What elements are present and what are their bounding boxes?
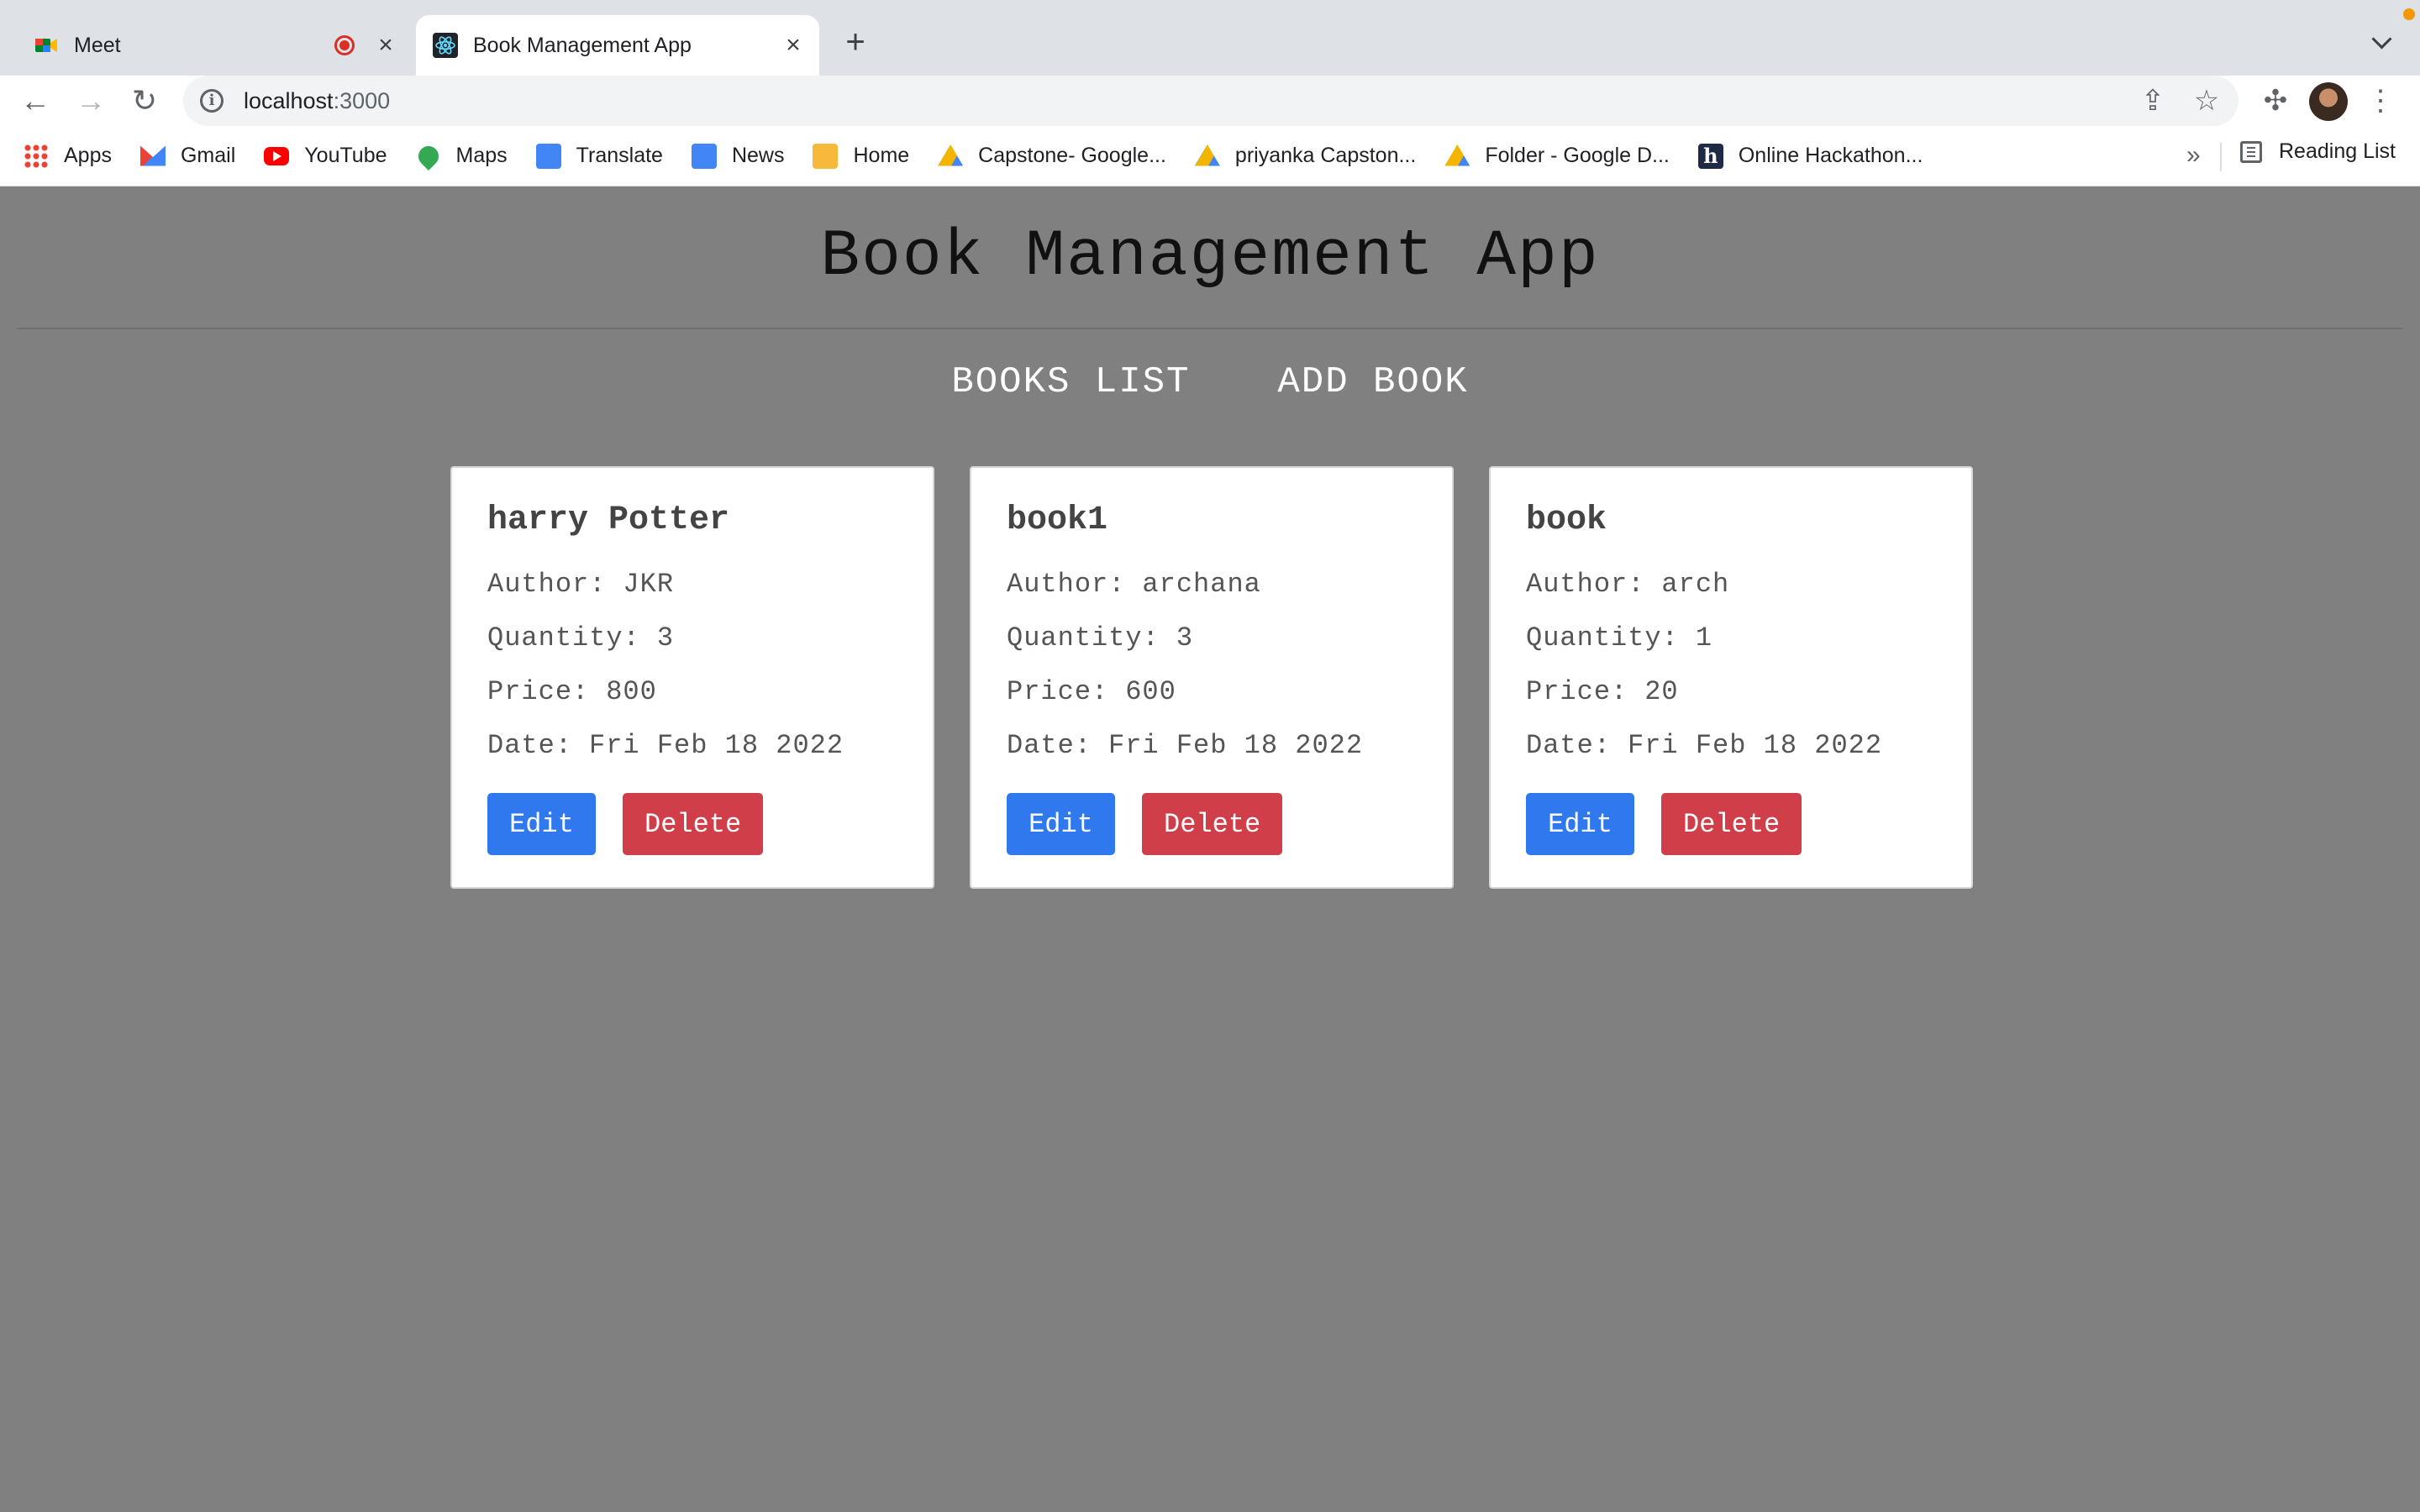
book-date: Date: Fri Feb 18 2022 [1526, 730, 1883, 761]
translate-icon [535, 143, 561, 169]
card-actions: Edit Delete [487, 793, 899, 855]
book-title: book1 [1007, 501, 1108, 539]
delete-button[interactable]: Delete [623, 793, 763, 855]
book-date: Date: Fri Feb 18 2022 [487, 730, 844, 761]
edit-button[interactable]: Edit [487, 793, 596, 855]
book-price: Price: 600 [1007, 676, 1176, 707]
bookmarks-bar: Apps Gmail YouTube Maps Translate News H… [0, 126, 2420, 186]
nav-add-book[interactable]: ADD BOOK [1277, 361, 1468, 403]
card-actions: Edit Delete [1526, 793, 1938, 855]
book-title: harry Potter [487, 501, 730, 539]
browser-toolbar: ← → ↻ i localhost:3000 ⇪ ☆ ✣ ⋮ [0, 76, 2420, 126]
profile-avatar[interactable] [2309, 82, 2348, 121]
reading-list-button[interactable]: Reading List [2240, 139, 2396, 164]
bookmark-online-hackathon[interactable]: h Online Hackathon... [1697, 143, 1923, 169]
tab-book-management[interactable]: Book Management App × [416, 15, 819, 76]
more-menu-icon[interactable]: ⋮ [2365, 82, 2396, 119]
close-icon[interactable]: × [373, 33, 398, 58]
close-icon[interactable]: × [781, 33, 806, 58]
tab-title: Book Management App [473, 33, 692, 57]
tab-search-chevron-icon[interactable] [2368, 27, 2398, 57]
tab-title: Meet [74, 33, 121, 57]
book-card: harry Potter Author: JKR Quantity: 3 Price… [450, 466, 934, 889]
react-icon [433, 33, 458, 58]
maps-icon [413, 141, 443, 171]
back-arrow-icon[interactable]: ← [17, 82, 54, 119]
bookmark-priyanka-capstone[interactable]: priyanka Capston... [1194, 144, 1416, 169]
bookmark-news[interactable]: News [691, 143, 784, 169]
book-card: book Author: arch Quantity: 1 Price: 20 Dat… [1489, 466, 1973, 889]
book-author: Author: archana [1007, 569, 1261, 600]
book-cards: harry Potter Author: JKR Quantity: 3 Price… [450, 466, 1973, 889]
tab-strip: Meet × Book Management App × + [0, 0, 2420, 76]
bookmark-apps[interactable]: Apps [24, 143, 112, 169]
bookmark-folder-drive[interactable]: Folder - Google D... [1444, 144, 1670, 169]
reading-list-icon [2240, 140, 2262, 163]
google-meet-icon [34, 33, 59, 58]
book-quantity: Quantity: 3 [1007, 622, 1194, 654]
home-icon [813, 143, 839, 169]
google-drive-icon [938, 144, 964, 166]
bookmark-youtube[interactable]: YouTube [264, 144, 387, 168]
bookmark-capstone[interactable]: Capstone- Google... [938, 144, 1166, 169]
news-icon [691, 143, 717, 169]
book-author: Author: arch [1526, 569, 1730, 600]
url-text: localhost:3000 [244, 87, 391, 113]
bookmarks-divider [2220, 143, 2222, 171]
delete-button[interactable]: Delete [1661, 793, 1802, 855]
tab-meet[interactable]: Meet × [17, 15, 412, 76]
app-page: Book Management App BOOKS LIST ADD BOOK … [0, 186, 2420, 1512]
nav-books-list[interactable]: BOOKS LIST [951, 361, 1190, 403]
notification-dot [2403, 8, 2415, 20]
hackerearth-icon: h [1697, 143, 1723, 169]
delete-button[interactable]: Delete [1142, 793, 1282, 855]
new-tab-button[interactable]: + [837, 24, 874, 60]
reload-icon[interactable]: ↻ [126, 82, 163, 119]
card-actions: Edit Delete [1007, 793, 1418, 855]
youtube-icon [264, 146, 290, 165]
book-card: book1 Author: archana Quantity: 3 Price: 60… [970, 466, 1454, 889]
site-info-icon[interactable]: i [200, 89, 224, 113]
app-nav: BOOKS LIST ADD BOOK [0, 361, 2420, 403]
page-title: Book Management App [820, 220, 1600, 294]
address-bar[interactable]: i localhost:3000 ⇪ ☆ [183, 76, 2238, 126]
book-date: Date: Fri Feb 18 2022 [1007, 730, 1364, 761]
edit-button[interactable]: Edit [1007, 793, 1115, 855]
bookmark-gmail[interactable]: Gmail [139, 144, 235, 169]
header-divider [17, 328, 2403, 329]
book-price: Price: 800 [487, 676, 657, 707]
recording-icon [334, 35, 355, 55]
book-title: book [1526, 501, 1607, 539]
forward-arrow-icon[interactable]: → [72, 82, 109, 119]
gmail-icon [139, 145, 166, 166]
book-quantity: Quantity: 1 [1526, 622, 1713, 654]
book-quantity: Quantity: 3 [487, 622, 675, 654]
bookmark-maps[interactable]: Maps [413, 141, 508, 171]
edit-button[interactable]: Edit [1526, 793, 1634, 855]
google-drive-icon [1444, 144, 1470, 166]
bookmark-translate[interactable]: Translate [535, 143, 663, 169]
bookmark-star-icon[interactable]: ☆ [2188, 82, 2225, 119]
bookmark-home[interactable]: Home [813, 143, 909, 169]
extensions-puzzle-icon[interactable]: ✣ [2257, 82, 2294, 119]
share-icon[interactable]: ⇪ [2134, 82, 2171, 119]
apps-grid-icon [24, 143, 49, 169]
book-price: Price: 20 [1526, 676, 1679, 707]
more-bookmarks-chevron-icon[interactable]: » [2186, 141, 2201, 170]
google-drive-icon [1194, 144, 1220, 166]
book-author: Author: JKR [487, 569, 675, 600]
